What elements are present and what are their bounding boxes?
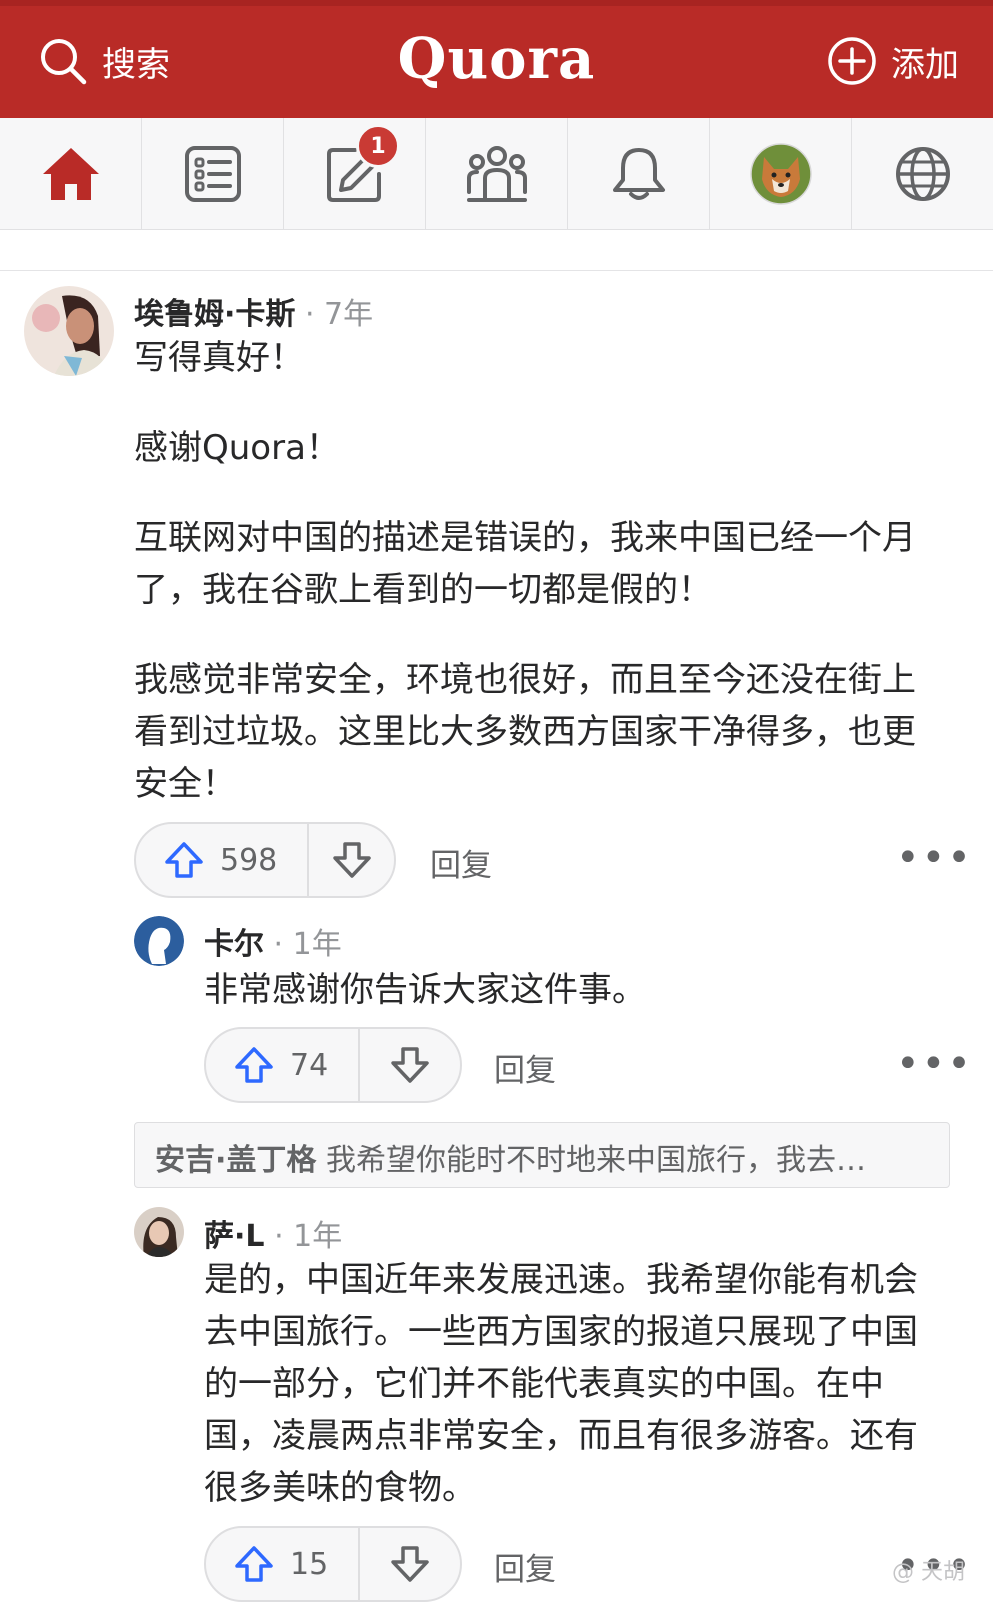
list-icon	[184, 145, 241, 202]
downvote-icon	[332, 842, 371, 878]
reply-button[interactable]: 回复	[494, 1544, 556, 1589]
comment-paragraph: 感谢Quora！	[134, 428, 340, 468]
avatar[interactable]	[24, 286, 114, 376]
upvote-count: 74	[290, 1047, 329, 1083]
upvote-button[interactable]: 74	[206, 1029, 361, 1101]
nav-language[interactable]	[852, 118, 993, 229]
upvote-button[interactable]: 598	[136, 824, 310, 896]
upvote-count: 15	[290, 1546, 329, 1582]
comment-header: 卡尔 · 1年	[204, 919, 342, 963]
comment-paragraph: 写得真好！	[134, 338, 304, 378]
nav-bar: 1	[0, 118, 993, 230]
comment-preview: 我希望你能时不时地来中国旅行，我去…	[325, 1143, 866, 1178]
add-button[interactable]: 添加	[827, 36, 959, 86]
upvote-icon	[165, 842, 203, 878]
vote-group: 15	[204, 1526, 462, 1602]
avatar[interactable]	[134, 916, 184, 966]
watermark: @ 天胡	[892, 1560, 965, 1585]
vote-group: 598	[134, 822, 396, 898]
plus-circle-icon	[828, 37, 876, 85]
downvote-button[interactable]	[309, 824, 394, 896]
comment-header: 萨·L · 1年	[204, 1211, 342, 1255]
comment-body: 是的，中国近年来发展迅速。我希望你能有机会去中国旅行。一些西方国家的报道只展现了…	[204, 1260, 918, 1508]
comment-paragraph: 互联网对中国的描述是错误的，我来中国已经一个月了，我在谷歌上看到的一切都是假的！	[134, 518, 916, 610]
downvote-icon	[391, 1546, 429, 1582]
add-label: 添加	[891, 44, 959, 85]
divider	[0, 230, 993, 271]
profile-avatar	[749, 142, 812, 205]
comment-body: 写得真好！ 感谢Quora！ 互联网对中国的描述是错误的，我来中国已经一个月了，…	[134, 332, 934, 848]
more-options-icon[interactable]: •••	[896, 838, 973, 878]
default-avatar-icon	[134, 916, 184, 966]
notification-badge: 1	[356, 124, 400, 168]
upvote-button[interactable]: 15	[206, 1528, 361, 1600]
timestamp: · 7年	[304, 297, 374, 332]
home-icon	[42, 147, 99, 200]
globe-icon	[895, 146, 950, 201]
nav-spaces[interactable]	[426, 118, 568, 229]
user-photo	[24, 286, 114, 376]
nav-following[interactable]	[142, 118, 284, 229]
reply-button[interactable]: 回复	[430, 840, 492, 885]
author-name[interactable]: 卡尔	[204, 927, 264, 962]
upvote-icon	[235, 1047, 273, 1083]
comment-paragraph: 我感觉非常安全，环境也很好，而且至今还没在街上看到过垃圾。这里比大多数西方国家干…	[134, 660, 916, 804]
top-bar: 搜索 Quora 添加	[0, 0, 993, 118]
upvote-count: 598	[220, 842, 278, 878]
vote-group: 74	[204, 1027, 462, 1103]
nav-notifications[interactable]	[568, 118, 710, 229]
timestamp: · 1年	[274, 1219, 343, 1254]
nav-answer[interactable]: 1	[284, 118, 426, 229]
downvote-button[interactable]	[360, 1029, 460, 1101]
upvote-icon	[235, 1546, 273, 1582]
comment-body: 非常感谢你告诉大家这件事。	[204, 970, 646, 1010]
author-name[interactable]: 萨·L	[204, 1219, 265, 1254]
collapsed-comment[interactable]: 安吉·盖丁格 我希望你能时不时地来中国旅行，我去… … 已去过中国，那里的人们非…	[134, 1122, 950, 1188]
downvote-button[interactable]	[360, 1528, 460, 1600]
downvote-icon	[391, 1047, 429, 1083]
nav-profile[interactable]	[710, 118, 852, 229]
timestamp: · 1年	[273, 927, 342, 962]
author-name: 安吉·盖丁格	[155, 1143, 317, 1178]
user-photo	[134, 1207, 184, 1257]
more-options-icon[interactable]: •••	[896, 1044, 973, 1084]
comment-preview-overflow: … 已去过中国，那里的人们非常友好	[155, 1179, 645, 1187]
comment-header: 埃鲁姆·卡斯 · 7年	[134, 289, 373, 333]
collapsed-line: 安吉·盖丁格 我希望你能时不时地来中国旅行，我去…	[155, 1135, 915, 1179]
people-icon	[466, 145, 527, 202]
reply-button[interactable]: 回复	[494, 1045, 556, 1090]
avatar[interactable]	[134, 1207, 184, 1257]
nav-home[interactable]	[0, 118, 142, 229]
author-name[interactable]: 埃鲁姆·卡斯	[134, 297, 295, 332]
bell-icon	[612, 147, 665, 200]
